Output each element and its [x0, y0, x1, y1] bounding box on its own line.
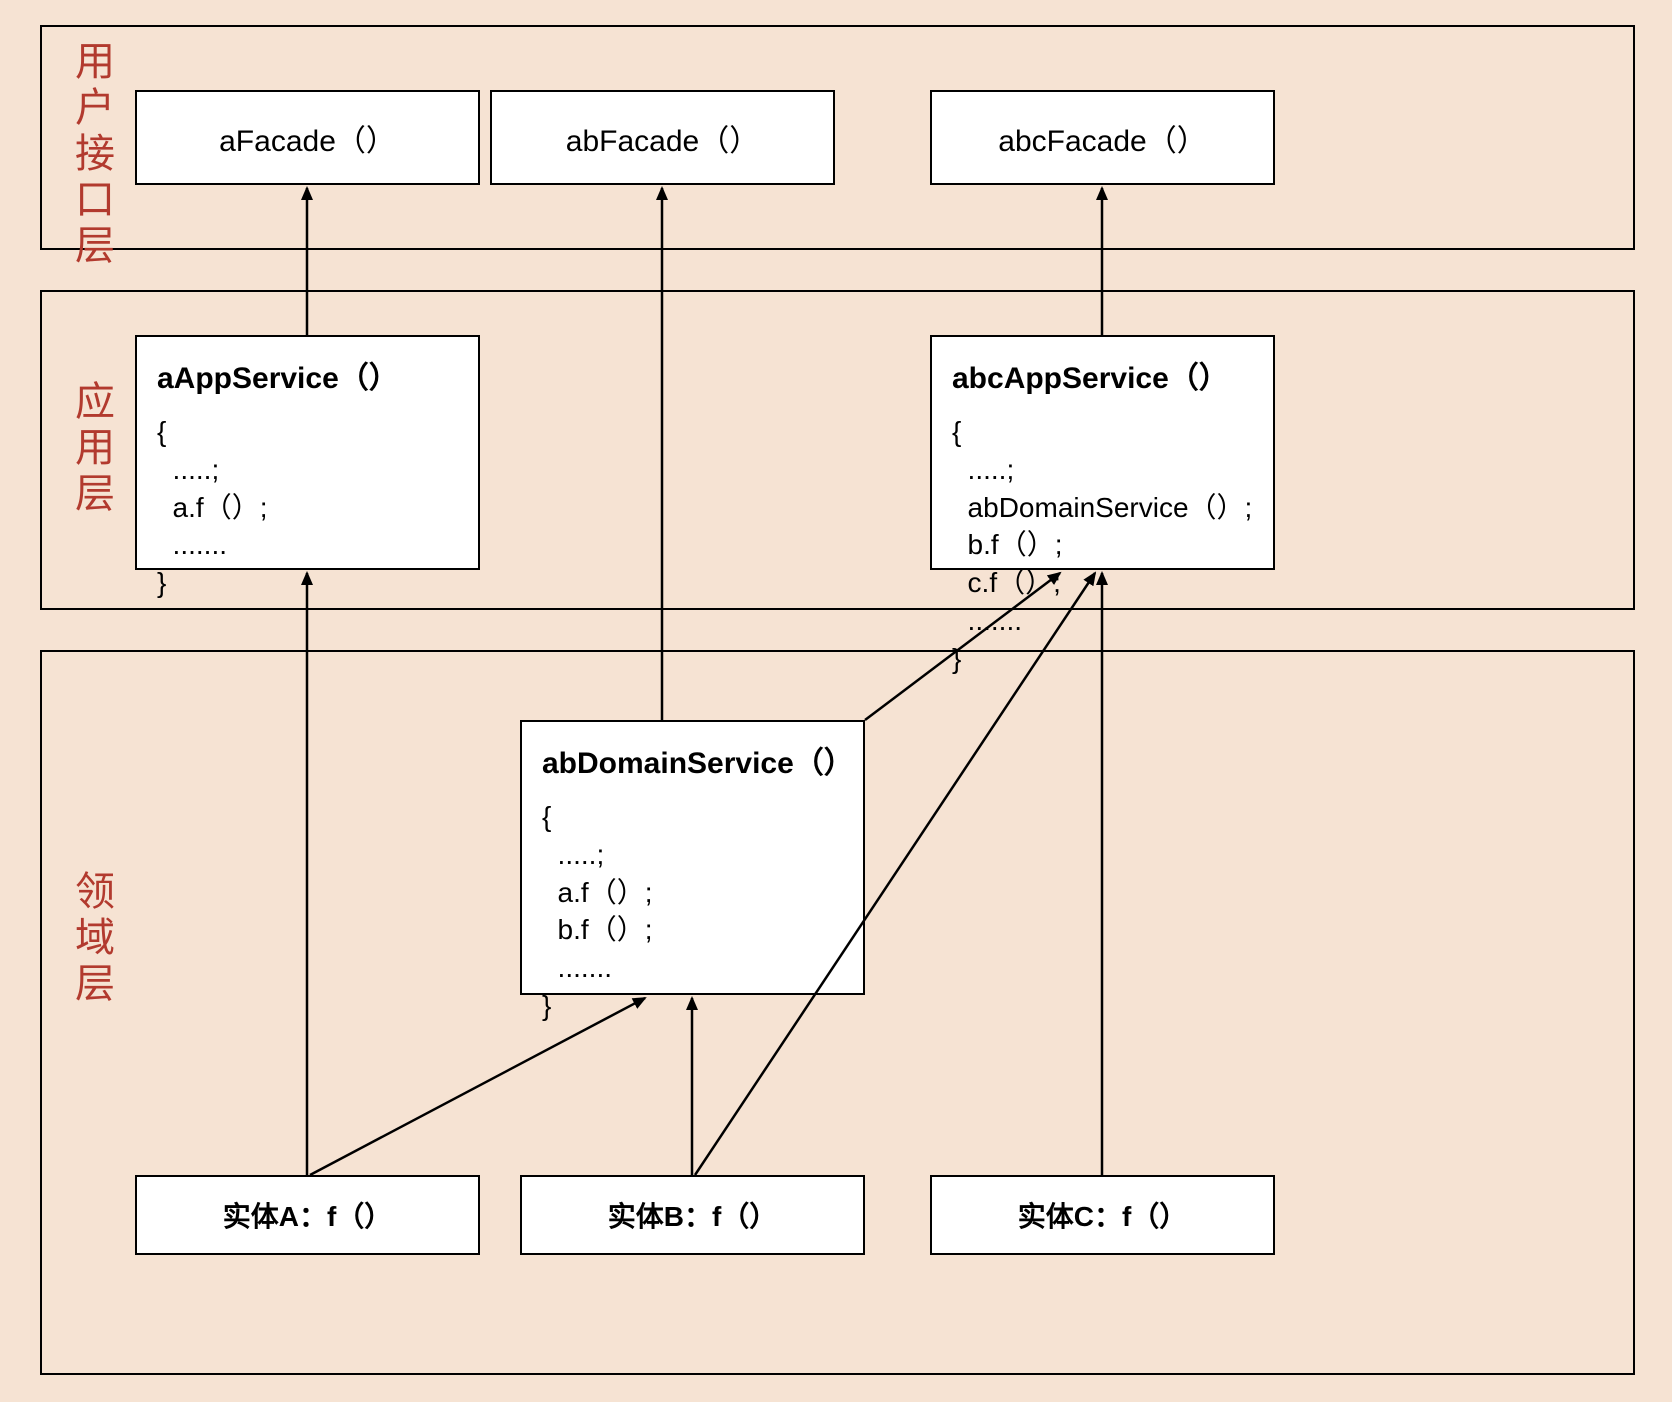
layer-ui-label: 用户接口层 — [62, 40, 120, 270]
layer-domain-label: 领域层 — [62, 870, 120, 1008]
service-a-app-body: { .....; a.f（）; ....... } — [137, 413, 478, 618]
entity-c: 实体C：f（） — [930, 1175, 1275, 1255]
service-a-app-title: aAppService（） — [137, 337, 478, 413]
facade-ab: abFacade（） — [490, 90, 835, 185]
facade-abc: abcFacade（） — [930, 90, 1275, 185]
entity-b-label: 实体B：f（） — [608, 1195, 778, 1235]
facade-a-title: aFacade（） — [219, 116, 396, 160]
entity-a-label: 实体A：f（） — [223, 1195, 393, 1235]
facade-ab-title: abFacade（） — [566, 116, 759, 160]
facade-abc-title: abcFacade（） — [998, 116, 1206, 160]
service-a-app: aAppService（） { .....; a.f（）; ....... } — [135, 335, 480, 570]
diagram-canvas: 用户接口层 应用层 领域层 aFacade（） abFacade（） abcFa… — [0, 0, 1672, 1402]
service-ab-domain: abDomainService（） { .....; a.f（）; b.f（）;… — [520, 720, 865, 995]
entity-c-label: 实体C：f（） — [1018, 1195, 1188, 1235]
facade-a: aFacade（） — [135, 90, 480, 185]
service-ab-domain-title: abDomainService（） — [522, 722, 863, 798]
entity-a: 实体A：f（） — [135, 1175, 480, 1255]
service-abc-app-body: { .....; abDomainService（）; b.f（）; c.f（）… — [932, 413, 1273, 694]
service-abc-app-title: abcAppService（） — [932, 337, 1273, 413]
service-abc-app: abcAppService（） { .....; abDomainService… — [930, 335, 1275, 570]
service-ab-domain-body: { .....; a.f（）; b.f（）; ....... } — [522, 798, 863, 1041]
layer-app-label: 应用层 — [62, 380, 120, 518]
entity-b: 实体B：f（） — [520, 1175, 865, 1255]
